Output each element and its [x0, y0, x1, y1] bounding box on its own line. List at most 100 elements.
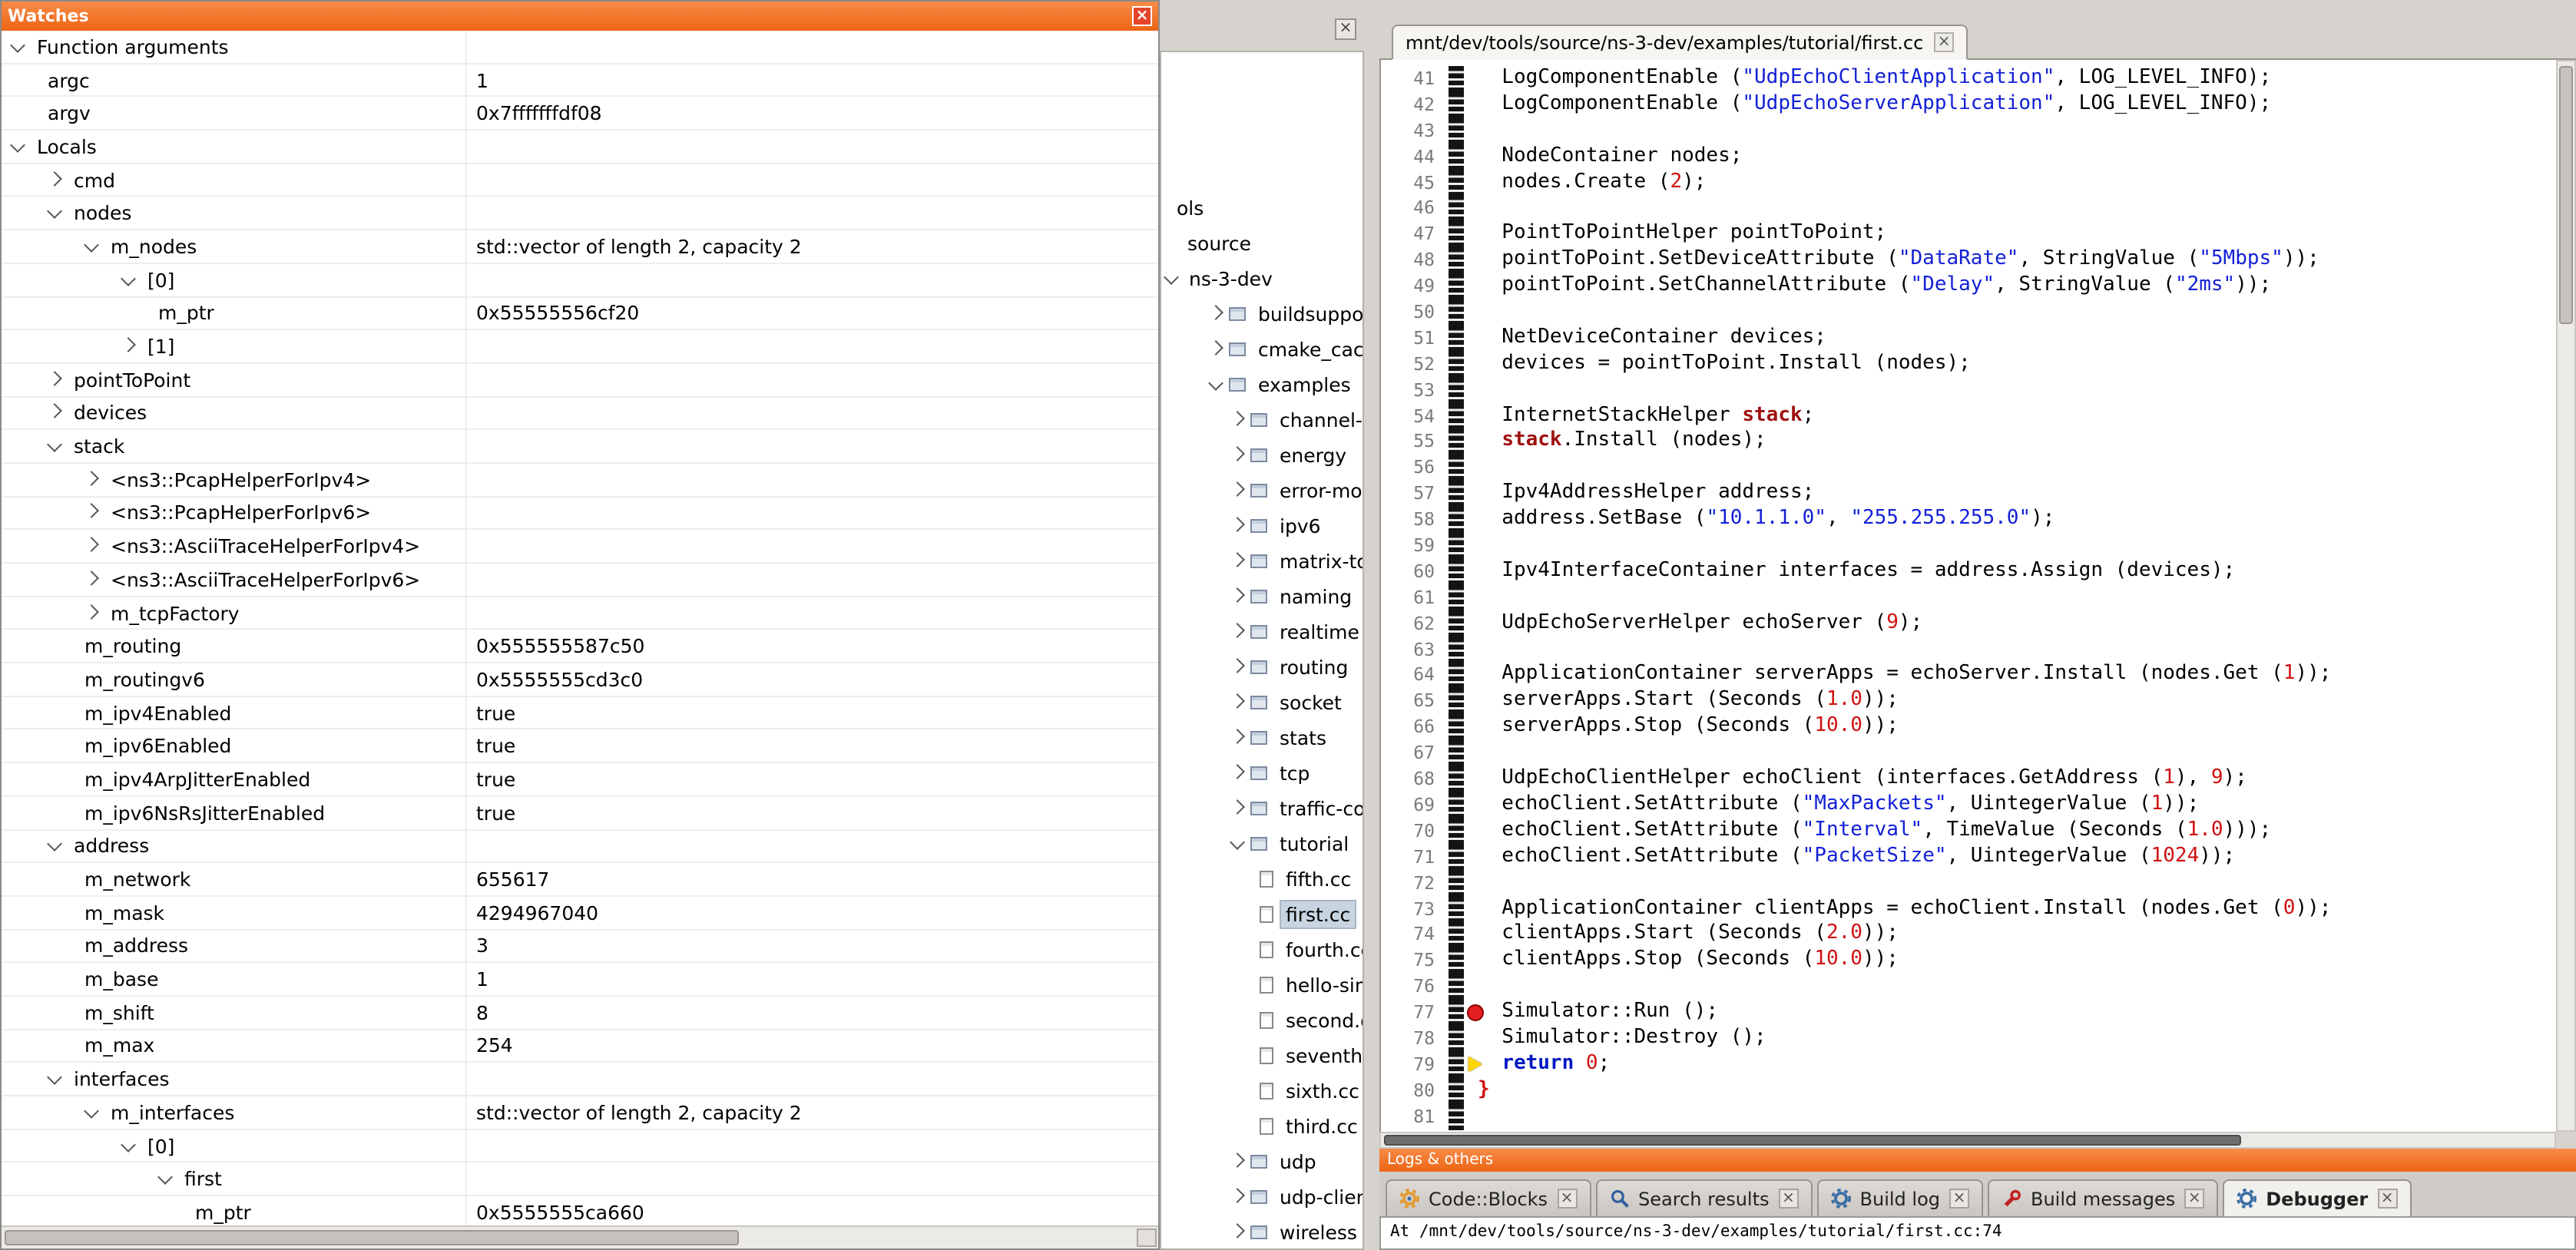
editor-tab-first-cc[interactable]: mnt/dev/tools/source/ns-3-dev/examples/t… [1392, 25, 1968, 60]
tree-item[interactable]: third.cc [1161, 1109, 1362, 1143]
code-line[interactable]: 58 address.SetBase ("10.1.1.0", "255.255… [1381, 507, 2556, 533]
collapse-icon[interactable] [1230, 834, 1245, 849]
line-number[interactable]: 63 [1381, 637, 1447, 663]
expand-icon[interactable] [47, 404, 62, 419]
collapse-icon[interactable] [10, 38, 25, 53]
tree-item[interactable]: examples [1161, 367, 1362, 401]
code-line[interactable]: 73 ApplicationContainer clientApps = ech… [1381, 896, 2556, 922]
line-number[interactable]: 65 [1381, 689, 1447, 715]
code-line[interactable]: 63 [1381, 637, 2556, 663]
code-line[interactable]: 66 serverApps.Stop (Seconds (10.0)); [1381, 715, 2556, 741]
watch-row[interactable]: <ns3::AsciiTraceHelperForIpv6> [2, 564, 1158, 597]
tree-item[interactable]: channel-mod [1161, 402, 1362, 436]
watch-row[interactable]: m_ipv4ArpJitterEnabledtrue [2, 763, 1158, 796]
watch-row[interactable]: m_tcpFactory [2, 597, 1158, 630]
close-icon[interactable]: × [1557, 1189, 1577, 1209]
watch-row[interactable]: address [2, 830, 1158, 863]
watch-row[interactable]: argv0x7fffffffdf08 [2, 98, 1158, 131]
expand-icon[interactable] [1208, 339, 1223, 355]
expand-icon[interactable] [1230, 799, 1245, 814]
tree-item[interactable]: routing [1161, 650, 1362, 683]
logs-tab-debugger[interactable]: Debugger× [2223, 1179, 2411, 1216]
expand-icon[interactable] [1230, 1222, 1245, 1238]
watch-row[interactable]: <ns3::PcapHelperForIpv4> [2, 464, 1158, 497]
code-line[interactable]: 68 UdpEchoClientHelper echoClient (inter… [1381, 766, 2556, 792]
watch-variable-value[interactable]: 0x5555555cd3c0 [467, 668, 1158, 691]
breakpoint-icon[interactable] [1467, 1004, 1484, 1021]
line-number[interactable]: 54 [1381, 403, 1447, 429]
editor-vertical-scrollbar[interactable] [2556, 60, 2576, 1132]
line-number[interactable]: 45 [1381, 170, 1447, 196]
code-line[interactable]: 62 UdpEchoServerHelper echoServer (9); [1381, 610, 2556, 637]
watch-row[interactable]: interfaces [2, 1063, 1158, 1096]
expand-icon[interactable] [1230, 657, 1245, 673]
code-line[interactable]: 67 [1381, 740, 2556, 766]
watch-variable-value[interactable]: true [467, 735, 1158, 758]
expand-icon[interactable] [84, 537, 99, 552]
watch-variable-value[interactable]: true [467, 768, 1158, 791]
line-number[interactable]: 67 [1381, 740, 1447, 766]
line-number[interactable]: 42 [1381, 92, 1447, 118]
code-line[interactable]: 59 [1381, 533, 2556, 559]
code-line[interactable]: 76 [1381, 974, 2556, 1000]
close-icon[interactable]: × [2184, 1189, 2204, 1209]
line-number[interactable]: 60 [1381, 559, 1447, 585]
watch-row[interactable]: m_ptr0x55555556cf20 [2, 297, 1158, 330]
expand-icon[interactable] [84, 604, 99, 619]
code-line[interactable]: 81 [1381, 1103, 2556, 1129]
close-icon[interactable]: × [1949, 1189, 1969, 1209]
tree-item[interactable]: fifth.cc [1161, 861, 1362, 895]
tree-item[interactable]: traffic-contro [1161, 791, 1362, 825]
line-number[interactable]: 43 [1381, 118, 1447, 144]
line-number[interactable]: 61 [1381, 585, 1447, 611]
line-number[interactable]: 41 [1381, 66, 1447, 92]
tree-item[interactable]: tcp [1161, 756, 1362, 789]
line-number[interactable]: 56 [1381, 455, 1447, 481]
expand-icon[interactable] [1230, 551, 1245, 567]
watch-variable-value[interactable]: 0x55555556cf20 [467, 302, 1158, 325]
collapse-icon[interactable] [121, 270, 136, 286]
watch-variable-value[interactable]: 1 [467, 967, 1158, 990]
logs-tab-build-log[interactable]: Build log× [1817, 1179, 1983, 1216]
line-number[interactable]: 46 [1381, 196, 1447, 222]
code-line[interactable]: 72 [1381, 870, 2556, 896]
line-number[interactable]: 55 [1381, 429, 1447, 455]
watch-row[interactable]: nodes [2, 197, 1158, 230]
watch-row[interactable]: m_address3 [2, 930, 1158, 963]
code-line[interactable]: 52 devices = pointToPoint.Install (nodes… [1381, 352, 2556, 378]
watch-variable-value[interactable]: 4294967040 [467, 901, 1158, 924]
code-line[interactable]: 56 [1381, 455, 2556, 481]
logs-tab-build-messages[interactable]: Build messages× [1988, 1179, 2218, 1216]
line-number[interactable]: 59 [1381, 533, 1447, 559]
code-line[interactable]: 44 NodeContainer nodes; [1381, 144, 2556, 170]
watch-row[interactable]: stack [2, 431, 1158, 464]
code-line[interactable]: 57 Ipv4AddressHelper address; [1381, 481, 2556, 508]
tree-item[interactable]: second.cc [1161, 1003, 1362, 1037]
tree-item[interactable]: energy [1161, 438, 1362, 471]
line-number[interactable]: 73 [1381, 896, 1447, 922]
expand-icon[interactable] [1230, 516, 1245, 531]
expand-icon[interactable] [47, 371, 62, 386]
watch-row[interactable]: pointToPoint [2, 364, 1158, 397]
watch-variable-value[interactable]: 3 [467, 934, 1158, 957]
code-line[interactable]: 78 Simulator::Destroy (); [1381, 1026, 2556, 1052]
tree-item[interactable]: matrix-topol [1161, 544, 1362, 577]
code-line[interactable]: 65 serverApps.Start (Seconds (1.0)); [1381, 689, 2556, 715]
code-line[interactable]: 47 PointToPointHelper pointToPoint; [1381, 222, 2556, 248]
scrollbar-thumb[interactable] [1384, 1135, 2240, 1146]
watch-row[interactable]: [1] [2, 330, 1158, 363]
watch-row[interactable]: m_nodesstd::vector of length 2, capacity… [2, 230, 1158, 263]
tree-item[interactable]: tutorial [1161, 826, 1362, 860]
close-icon[interactable]: × [1132, 6, 1152, 26]
code-line[interactable]: 75 clientApps.Stop (Seconds (10.0)); [1381, 948, 2556, 974]
code-line[interactable]: 60 Ipv4InterfaceContainer interfaces = a… [1381, 559, 2556, 585]
collapse-icon[interactable] [47, 837, 62, 852]
code-line[interactable]: 79 return 0; [1381, 1052, 2556, 1078]
expand-icon[interactable] [84, 570, 99, 586]
line-number[interactable]: 77 [1381, 1000, 1447, 1026]
code-line[interactable]: 41 LogComponentEnable ("UdpEchoClientApp… [1381, 66, 2556, 92]
code-line[interactable]: 53 [1381, 377, 2556, 403]
watch-variable-value[interactable]: 1 [467, 68, 1158, 91]
editor-horizontal-scrollbar[interactable] [1379, 1132, 2556, 1149]
line-number[interactable]: 57 [1381, 481, 1447, 508]
